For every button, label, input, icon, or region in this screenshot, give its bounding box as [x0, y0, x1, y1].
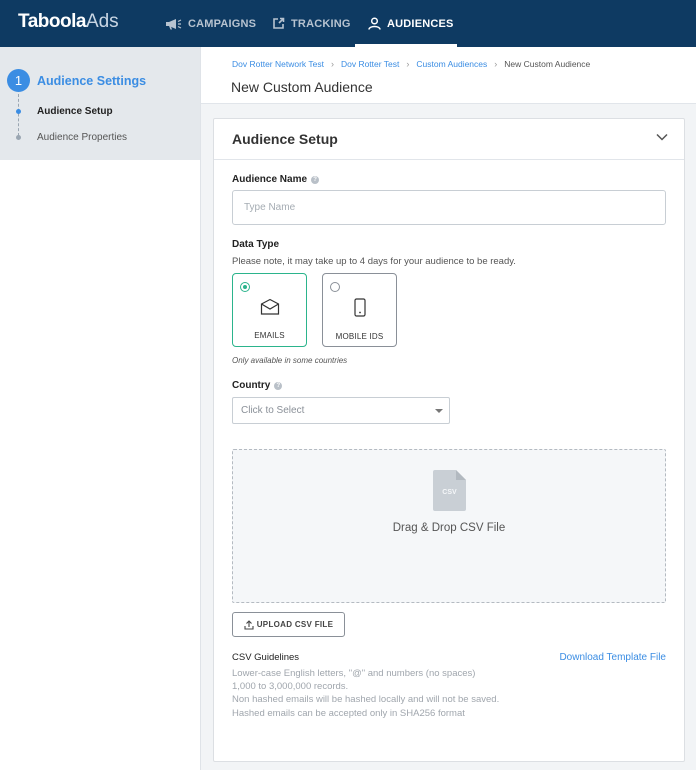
card-title: Audience Setup — [232, 131, 338, 147]
data-type-note: Please note, it may take up to 4 days fo… — [232, 256, 516, 267]
page-title: New Custom Audience — [231, 79, 373, 95]
card-header[interactable]: Audience Setup — [214, 119, 684, 160]
sidebar-item-audience-properties[interactable]: Audience Properties — [37, 132, 127, 143]
emails-option-label: EMAILS — [254, 331, 285, 340]
guideline-item: 1,000 to 3,000,000 records. — [232, 681, 349, 693]
taboola-ads-logo[interactable]: TaboolaAds — [18, 11, 119, 33]
chevron-right-icon: › — [494, 59, 498, 69]
csv-dropzone[interactable]: CSV Drag & Drop CSV File — [232, 449, 666, 603]
csv-guidelines-list: Lower-case English letters, "@" and numb… — [232, 667, 499, 720]
breadcrumb-item-account[interactable]: Dov Rotter Test — [341, 59, 399, 69]
country-label-text: Country — [232, 380, 271, 391]
country-select-value: Click to Select — [241, 405, 305, 416]
chevron-right-icon: › — [330, 59, 334, 69]
logo-brand: Taboola — [18, 11, 86, 32]
guideline-item: Hashed emails can be accepted only in SH… — [232, 707, 465, 719]
page-header: Dov Rotter Network Test › Dov Rotter Tes… — [201, 47, 696, 104]
sidebar-item-audience-setup[interactable]: Audience Setup — [37, 106, 113, 117]
megaphone-icon — [166, 18, 182, 29]
dropzone-text: Drag & Drop CSV File — [392, 522, 506, 534]
top-nav-bar: TaboolaAds CAMPAIGNS TRACKING AUDIENCES — [0, 0, 696, 47]
caret-down-icon — [435, 409, 443, 413]
nav-audiences-label: AUDIENCES — [387, 17, 454, 30]
nav-tracking-label: TRACKING — [291, 17, 351, 30]
sidebar-step-section: 1 Audience Settings Audience Setup Audie… — [0, 47, 200, 160]
country-label: Country ? — [232, 380, 283, 391]
upload-icon — [244, 619, 254, 630]
breadcrumb-item-network[interactable]: Dov Rotter Network Test — [232, 59, 324, 69]
data-type-emails-option[interactable]: EMAILS — [232, 273, 307, 347]
availability-note: Only available in some countries — [232, 356, 348, 365]
audience-name-input[interactable] — [232, 190, 666, 225]
breadcrumb: Dov Rotter Network Test › Dov Rotter Tes… — [232, 59, 590, 69]
help-icon[interactable]: ? — [274, 381, 283, 390]
breadcrumb-item-custom-audiences[interactable]: Custom Audiences — [416, 59, 487, 69]
nav-campaigns[interactable]: CAMPAIGNS — [165, 0, 256, 47]
country-select[interactable]: Click to Select — [232, 397, 450, 424]
nav-campaigns-label: CAMPAIGNS — [188, 17, 257, 30]
nav-tracking[interactable]: TRACKING — [272, 0, 351, 47]
chevron-up-icon[interactable] — [656, 133, 668, 141]
step-dot-active — [16, 109, 21, 114]
logo-suffix: Ads — [85, 11, 119, 32]
audience-setup-card: Audience Setup Audience Name ? Data Type… — [213, 118, 685, 762]
step-title[interactable]: Audience Settings — [37, 74, 146, 88]
guideline-item: Non hashed emails will be hashed locally… — [232, 694, 500, 706]
email-icon — [260, 298, 280, 315]
mobile-icon — [354, 298, 366, 317]
upload-csv-button[interactable]: UPLOAD CSV FILE — [232, 612, 345, 637]
breadcrumb-item-current: New Custom Audience — [504, 59, 591, 69]
step-connector — [18, 94, 19, 136]
tracking-icon — [273, 17, 285, 29]
step-dot-inactive — [16, 135, 21, 140]
help-icon[interactable]: ? — [311, 175, 320, 184]
nav-audiences[interactable]: AUDIENCES — [355, 0, 457, 47]
wizard-sidebar: 1 Audience Settings Audience Setup Audie… — [0, 47, 201, 770]
upload-csv-button-label: UPLOAD CSV FILE — [256, 620, 334, 629]
csv-file-icon: CSV — [433, 470, 466, 511]
csv-guidelines-title: CSV Guidelines — [232, 652, 300, 663]
chevron-right-icon: › — [406, 59, 410, 69]
data-type-label: Data Type — [232, 239, 280, 250]
download-template-link[interactable]: Download Template File — [559, 652, 666, 663]
user-icon — [368, 17, 381, 30]
audience-name-label: Audience Name ? — [232, 174, 320, 185]
step-number-badge: 1 — [7, 69, 30, 92]
mobile-ids-radio[interactable] — [330, 282, 340, 292]
mobile-ids-option-label: MOBILE IDS — [335, 332, 384, 341]
guideline-item: Lower-case English letters, "@" and numb… — [232, 668, 476, 679]
data-type-mobile-ids-option[interactable]: MOBILE IDS — [322, 273, 397, 347]
emails-radio[interactable] — [240, 282, 250, 292]
csv-file-label: CSV — [442, 489, 457, 496]
audience-name-label-text: Audience Name — [232, 174, 308, 185]
